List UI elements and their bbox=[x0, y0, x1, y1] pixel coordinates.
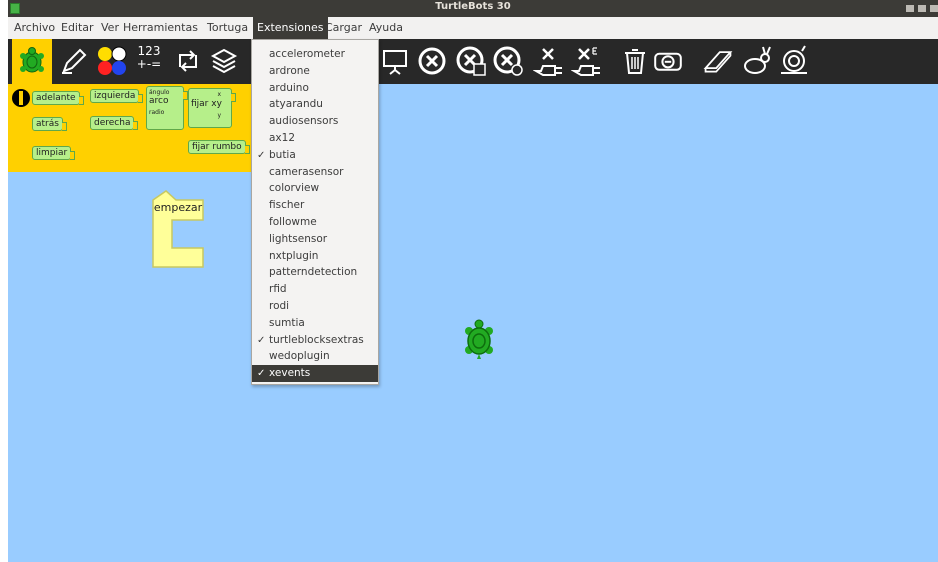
extension-item-accelerometer[interactable]: accelerometer bbox=[252, 46, 378, 63]
extension-item-wedoplugin[interactable]: wedoplugin bbox=[252, 348, 378, 365]
camera-minus-icon[interactable] bbox=[652, 45, 684, 77]
menu-editar[interactable]: Editar bbox=[57, 17, 98, 39]
block-fijar-xy-x: x bbox=[217, 91, 221, 98]
plug-x-e-icon[interactable] bbox=[571, 45, 603, 77]
numbers-icon[interactable]: 123 +-= bbox=[133, 45, 165, 77]
menu-tortuga[interactable]: Tortuga bbox=[203, 17, 252, 39]
checkmark-icon: ✓ bbox=[257, 149, 266, 161]
extension-item-label: rfid bbox=[269, 283, 287, 296]
menu-ayuda[interactable]: Ayuda bbox=[365, 17, 407, 39]
menu-herramientas[interactable]: Herramientas bbox=[119, 17, 202, 39]
turtle-sprite[interactable] bbox=[462, 318, 496, 360]
extension-item-label: ardrone bbox=[269, 64, 310, 77]
extension-item-label: patterndetection bbox=[269, 266, 358, 279]
extension-item-label: butia bbox=[269, 148, 296, 161]
block-derecha[interactable]: derecha bbox=[90, 116, 139, 130]
extension-item-followme[interactable]: followme bbox=[252, 214, 378, 231]
close-button[interactable] bbox=[930, 5, 938, 12]
minimize-button[interactable] bbox=[906, 5, 914, 12]
extension-item-colorview[interactable]: colorview bbox=[252, 180, 378, 197]
block-fijar-rumbo[interactable]: fijar rumbo bbox=[188, 140, 250, 154]
presentation-icon[interactable] bbox=[379, 45, 411, 77]
checkmark-icon: ✓ bbox=[257, 368, 266, 380]
extension-item-label: nxtplugin bbox=[269, 249, 319, 262]
extension-item-rodi[interactable]: rodi bbox=[252, 298, 378, 315]
extension-item-label: ax12 bbox=[269, 132, 296, 144]
block-limpiar[interactable]: limpiar bbox=[32, 146, 76, 160]
block-fijar-xy-y: y bbox=[217, 112, 221, 119]
extension-item-label: wedoplugin bbox=[269, 350, 330, 363]
extension-item-label: camerasensor bbox=[269, 165, 344, 178]
turtle-palette-icon[interactable] bbox=[16, 45, 48, 77]
extension-item-camerasensor[interactable]: camerasensor bbox=[252, 164, 378, 181]
snail-icon[interactable] bbox=[778, 45, 810, 77]
block-fijar-xy[interactable]: x fijar xy y bbox=[188, 88, 236, 128]
extension-item-ardrone[interactable]: ardrone bbox=[252, 63, 378, 80]
blocks-icon[interactable] bbox=[208, 45, 240, 77]
stop-camera-icon[interactable] bbox=[492, 45, 524, 77]
colors-icon[interactable] bbox=[96, 45, 128, 77]
window-left-edge bbox=[0, 0, 8, 562]
numbers-icon-line2: +-= bbox=[136, 57, 162, 71]
stop-edit-icon[interactable] bbox=[455, 45, 487, 77]
block-arco-angulo: ángulo bbox=[149, 89, 170, 96]
extension-item-label: turtleblocksextras bbox=[269, 333, 364, 346]
extension-item-fischer[interactable]: fischer bbox=[252, 197, 378, 214]
extension-item-label: lightsensor bbox=[269, 232, 328, 245]
flow-icon[interactable] bbox=[172, 45, 204, 77]
extension-item-label: arduino bbox=[269, 81, 309, 94]
extension-item-label: colorview bbox=[269, 182, 320, 195]
extension-item-butia[interactable]: ✓ butia bbox=[252, 147, 378, 164]
checkmark-icon: ✓ bbox=[257, 334, 266, 346]
block-adelante[interactable]: adelante bbox=[32, 91, 84, 105]
palette-toggle-icon[interactable] bbox=[11, 88, 31, 108]
eraser-icon[interactable] bbox=[702, 45, 734, 77]
extension-item-label: rodi bbox=[269, 300, 290, 312]
extension-item-rfid[interactable]: rfid bbox=[252, 281, 378, 298]
extension-item-label: followme bbox=[269, 216, 317, 228]
extension-item-audiosensors[interactable]: audiosensors bbox=[252, 113, 378, 130]
turtle-palette-tab[interactable] bbox=[12, 39, 52, 84]
extension-item-turtleblocksextras[interactable]: ✓ turtleblocksextras bbox=[252, 332, 378, 349]
trash-icon[interactable] bbox=[619, 45, 651, 77]
toolbar: 123 +-= bbox=[8, 39, 938, 84]
block-atras[interactable]: atrás bbox=[32, 117, 67, 131]
extension-item-patterndetection[interactable]: patterndetection bbox=[252, 264, 378, 281]
block-izquierda[interactable]: izquierda bbox=[90, 89, 144, 103]
extension-item-atyarandu[interactable]: atyarandu bbox=[252, 96, 378, 113]
extension-item-nxtplugin[interactable]: nxtplugin bbox=[252, 248, 378, 265]
rabbit-icon[interactable] bbox=[741, 45, 773, 77]
plug-x-icon[interactable] bbox=[533, 45, 565, 77]
window-title: TurtleBots 30 bbox=[435, 1, 511, 12]
pen-icon[interactable] bbox=[58, 45, 90, 77]
extension-item-ax12[interactable]: ax12 bbox=[252, 130, 378, 147]
extension-item-xevents[interactable]: ✓ xevents bbox=[252, 365, 378, 383]
extension-item-label: xevents bbox=[269, 367, 311, 380]
extension-item-label: accelerometer bbox=[269, 48, 345, 60]
extension-item-sumtia[interactable]: sumtia bbox=[252, 315, 378, 332]
extension-item-lightsensor[interactable]: lightsensor bbox=[252, 231, 378, 248]
start-block-label: empezar bbox=[153, 201, 203, 214]
block-fijar-xy-label: fijar xy bbox=[191, 99, 222, 109]
extension-item-label: fischer bbox=[269, 199, 305, 212]
block-arco-label: arco bbox=[149, 96, 169, 106]
extension-item-arduino[interactable]: arduino bbox=[252, 80, 378, 97]
extensions-menu: accelerometer ardrone arduino atyarandu audi… bbox=[251, 39, 379, 385]
menu-bar: Archivo Editar Ver Herramientas Tortuga … bbox=[8, 17, 938, 40]
title-bar: TurtleBots 30 bbox=[8, 0, 938, 17]
menu-archivo[interactable]: Archivo bbox=[10, 17, 59, 39]
menu-cargar[interactable]: Cargar bbox=[321, 17, 366, 39]
block-arco-radio: radio bbox=[149, 109, 165, 116]
maximize-button[interactable] bbox=[918, 5, 926, 12]
extension-item-label: sumtia bbox=[269, 316, 305, 329]
extension-item-label: atyarandu bbox=[269, 98, 323, 111]
stop-icon[interactable] bbox=[416, 45, 448, 77]
extension-item-label: audiosensors bbox=[269, 115, 339, 128]
menu-extensiones[interactable]: Extensiones bbox=[253, 17, 328, 39]
block-arco[interactable]: ángulo arco radio bbox=[146, 86, 188, 130]
